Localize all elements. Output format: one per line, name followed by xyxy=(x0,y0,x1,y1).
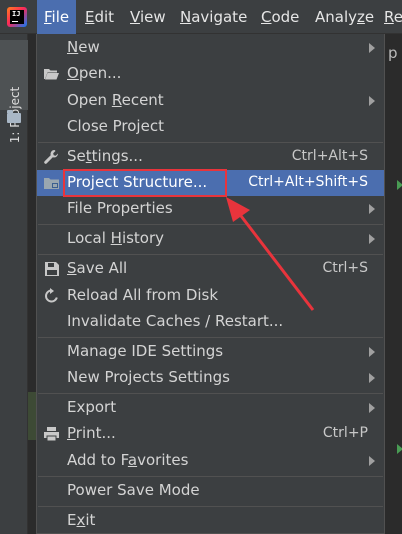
menu-refactor[interactable]: Re xyxy=(384,0,402,34)
editor-text-fragment: p xyxy=(388,44,398,62)
submenu-arrow-icon xyxy=(369,43,375,53)
floppy-disk-icon xyxy=(43,261,60,277)
submenu-arrow-icon xyxy=(369,373,375,383)
intellij-logo-icon: IJ xyxy=(7,7,27,27)
file-menu-dropdown: New Open... Open Recent Close Project Se… xyxy=(36,34,385,534)
menu-separator xyxy=(38,476,383,477)
menu-item-invalidate-caches[interactable]: Invalidate Caches / Restart... xyxy=(37,309,384,335)
menu-item-open-recent[interactable]: Open Recent xyxy=(37,88,384,114)
menu-separator xyxy=(38,142,383,143)
submenu-arrow-icon xyxy=(369,96,375,106)
menu-item-new-projects-settings[interactable]: New Projects Settings xyxy=(37,365,384,391)
menu-separator xyxy=(38,224,383,225)
folder-open-icon xyxy=(43,66,60,82)
menu-view[interactable]: View xyxy=(130,0,166,34)
menu-file[interactable]: File xyxy=(37,0,76,34)
menu-separator xyxy=(38,337,383,338)
menu-analyze[interactable]: Analyze xyxy=(315,0,374,34)
reload-icon xyxy=(43,288,60,304)
menu-item-power-save-mode[interactable]: Power Save Mode xyxy=(37,478,384,504)
submenu-arrow-icon xyxy=(369,234,375,244)
shortcut-save-all: Ctrl+S xyxy=(322,260,368,276)
submenu-arrow-icon xyxy=(369,347,375,357)
menu-item-settings[interactable]: Settings... Ctrl+Alt+S xyxy=(37,144,384,170)
menu-item-local-history[interactable]: Local History xyxy=(37,226,384,252)
menu-item-open[interactable]: Open... xyxy=(37,61,384,87)
printer-icon xyxy=(43,426,60,442)
menu-separator xyxy=(38,506,383,507)
menu-edit[interactable]: Edit xyxy=(85,0,114,34)
menu-item-new[interactable]: New xyxy=(37,35,384,61)
menu-item-print[interactable]: Print... Ctrl+P xyxy=(37,421,384,447)
folder-icon[interactable] xyxy=(7,110,21,123)
menu-item-manage-ide-settings[interactable]: Manage IDE Settings xyxy=(37,339,384,365)
submenu-arrow-icon xyxy=(369,204,375,214)
menu-navigate[interactable]: Navigate xyxy=(180,0,247,34)
submenu-arrow-icon xyxy=(369,456,375,466)
annotation-highlight-box xyxy=(63,169,227,197)
submenu-arrow-icon xyxy=(369,403,375,413)
gutter-marker xyxy=(28,392,36,440)
menu-bar: IJ File Edit View Navigate Code Analyze … xyxy=(0,0,402,34)
shortcut-settings: Ctrl+Alt+S xyxy=(291,148,368,164)
menu-item-close-project[interactable]: Close Project xyxy=(37,114,384,140)
menu-item-add-to-favorites[interactable]: Add to Favorites xyxy=(37,448,384,474)
run-gutter-icon[interactable] xyxy=(397,444,402,454)
shortcut-project-structure: Ctrl+Alt+Shift+S xyxy=(248,174,368,190)
shortcut-print: Ctrl+P xyxy=(322,425,368,441)
run-gutter-icon[interactable] xyxy=(397,180,402,190)
menu-item-save-all[interactable]: Save All Ctrl+S xyxy=(37,256,384,282)
menu-item-reload-all[interactable]: Reload All from Disk xyxy=(37,283,384,309)
menu-item-export[interactable]: Export xyxy=(37,395,384,421)
project-tool-window-tab[interactable]: 1: Project xyxy=(0,40,28,143)
menu-item-file-properties[interactable]: File Properties xyxy=(37,196,384,222)
project-structure-folder-icon xyxy=(43,175,60,191)
menu-item-exit[interactable]: Exit xyxy=(37,508,384,534)
editor-area[interactable] xyxy=(384,34,402,534)
menu-code[interactable]: Code xyxy=(261,0,299,34)
menu-separator xyxy=(38,393,383,394)
menu-separator xyxy=(38,254,383,255)
wrench-icon xyxy=(43,149,60,165)
